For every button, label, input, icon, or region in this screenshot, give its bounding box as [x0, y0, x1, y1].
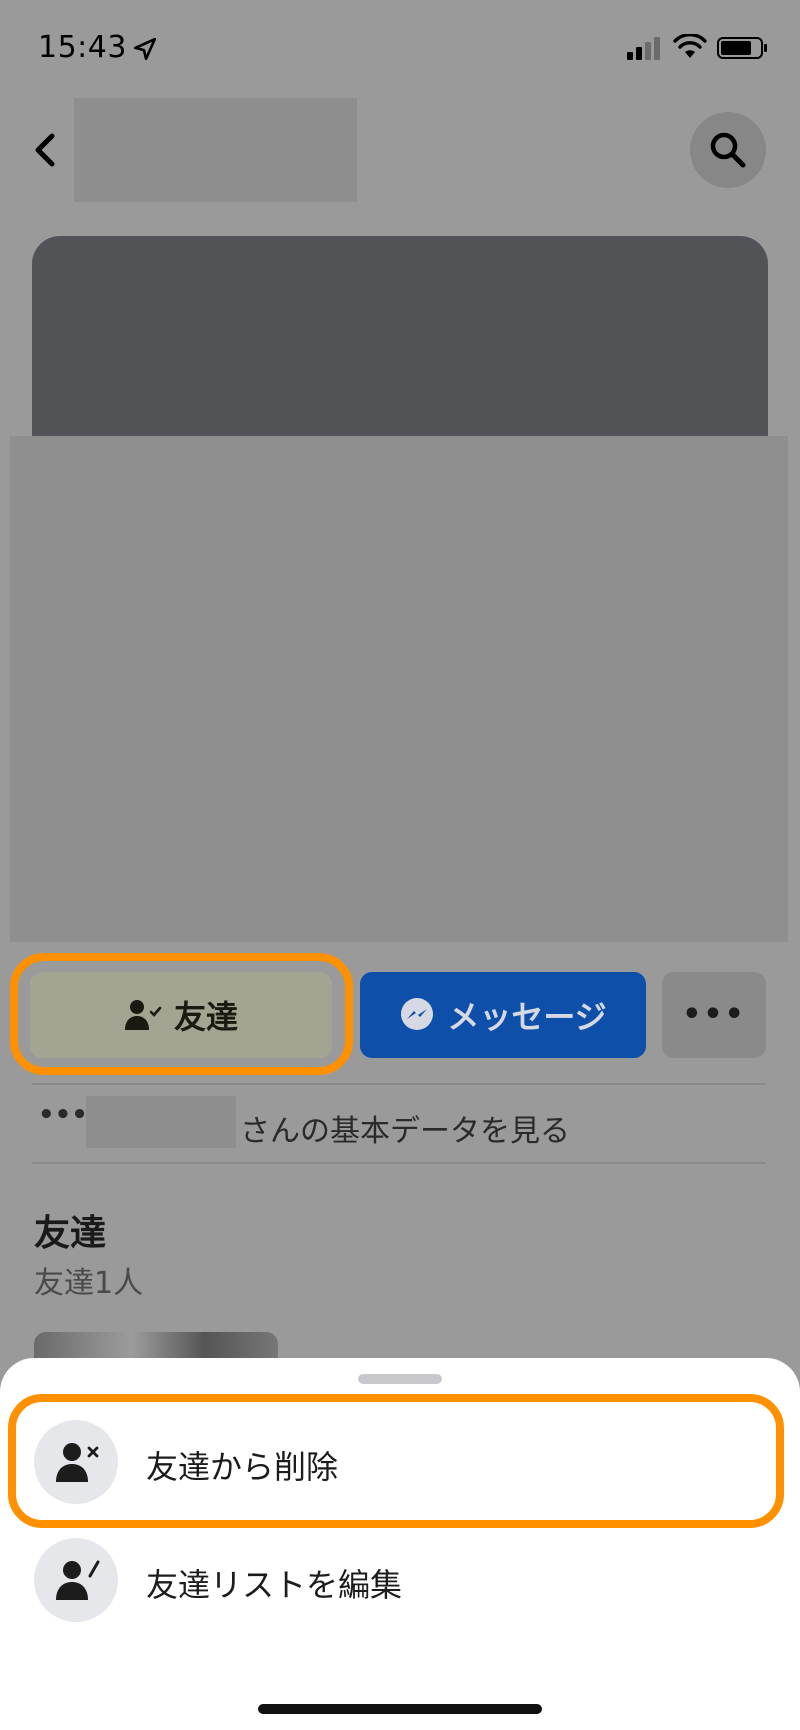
friends-count: 友達1人 [34, 1266, 144, 1301]
status-bar: 15:43 [0, 0, 800, 100]
chevron-left-icon[interactable] [30, 130, 60, 170]
more-dots-icon: ••• [682, 997, 746, 1032]
edit-friend-list-icon-circle [34, 1538, 118, 1622]
messenger-icon [401, 998, 434, 1030]
profile-info-redacted [10, 436, 788, 942]
edit-friend-list-item[interactable]: 友達リストを編集 [0, 1524, 800, 1634]
more-options-button[interactable]: ••• [662, 972, 766, 1058]
battery-icon [717, 37, 767, 59]
status-time: 15:43 [38, 30, 127, 65]
edit-friend-list-label: 友達リストを編集 [146, 1566, 403, 1604]
divider [32, 1083, 766, 1085]
remove-friend-highlight [8, 1394, 784, 1528]
divider [32, 1162, 766, 1164]
sheet-grab-handle[interactable] [358, 1374, 442, 1384]
user-name-redacted [86, 1096, 236, 1148]
page-title-redacted [74, 98, 357, 202]
basic-info-link[interactable]: ••• さんの基本データを見る [32, 1092, 766, 1152]
ellipsis-icon: ••• [38, 1100, 88, 1130]
basic-info-text: さんの基本データを見る [240, 1114, 570, 1149]
message-button[interactable]: メッセージ [360, 972, 646, 1058]
friends-button-highlight [10, 953, 353, 1075]
friends-section-heading: 友達 [34, 1213, 107, 1254]
home-indicator [258, 1704, 542, 1714]
search-button[interactable] [690, 112, 766, 188]
location-arrow-icon [133, 37, 157, 61]
cover-photo [32, 236, 768, 466]
wifi-icon [673, 34, 707, 58]
person-edit-icon [56, 1560, 100, 1600]
message-button-label: メッセージ [447, 998, 607, 1036]
search-icon [710, 132, 746, 168]
nav-bar [0, 90, 800, 202]
cellular-signal-icon [627, 37, 660, 60]
